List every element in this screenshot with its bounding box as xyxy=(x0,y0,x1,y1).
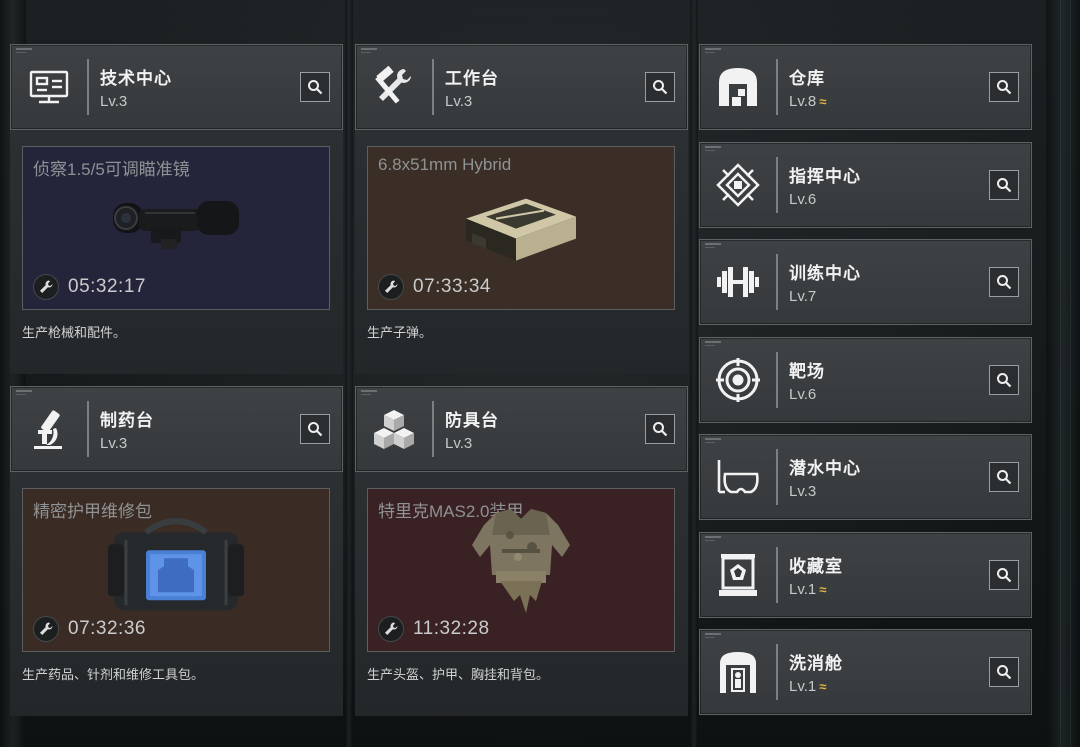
search-icon xyxy=(653,80,668,95)
production-item-slot[interactable]: 特里克MAS2.0装甲 11:32:28 xyxy=(367,488,675,652)
facility-card-collection-room[interactable]: 收藏室 Lv.1 ≈ xyxy=(699,532,1032,618)
facility-level: Lv.3 xyxy=(100,93,128,110)
facility-card-command-center[interactable]: 指挥中心 Lv.6 xyxy=(699,142,1032,228)
search-icon xyxy=(997,373,1012,388)
facility-name: 靶场 xyxy=(789,362,825,381)
production-panel-tech-center: 侦察1.5/5可调瞄准镜 05:32:17 生产枪械和配件。 xyxy=(10,130,343,374)
facility-name: 指挥中心 xyxy=(789,167,861,186)
production-description: 生产枪械和配件。 xyxy=(22,325,127,340)
search-button[interactable] xyxy=(645,414,675,444)
production-timer: 07:32:36 xyxy=(68,618,146,639)
facility-level: Lv.3 xyxy=(445,435,473,452)
production-panel-workbench: 6.8x51mm Hybrid 07:33:34 生产子弹。 xyxy=(355,130,688,374)
production-description: 生产药品、针剂和维修工具包。 xyxy=(22,667,205,682)
facility-name: 洗消舱 xyxy=(789,654,843,673)
facility-level-row: Lv.1 ≈ xyxy=(789,678,826,695)
facility-card-decon-chamber[interactable]: 洗消舱 Lv.1 ≈ xyxy=(699,629,1032,715)
production-panel-pharmacy: 精密护甲维修包 07:32:36 生产药品、针剂和维修工具包。 xyxy=(10,472,343,716)
facility-level: Lv.1 xyxy=(789,581,817,598)
search-icon xyxy=(997,275,1012,290)
target-icon xyxy=(714,356,762,404)
production-timer: 07:33:34 xyxy=(413,276,491,297)
search-icon xyxy=(308,80,323,95)
facility-name: 技术中心 xyxy=(100,69,172,88)
ammo-box-image xyxy=(456,179,586,274)
facility-level-row: Lv.1 ≈ xyxy=(789,581,826,598)
dive-mask-icon xyxy=(714,453,762,501)
search-button[interactable] xyxy=(989,657,1019,687)
search-button[interactable] xyxy=(989,560,1019,590)
search-icon xyxy=(997,665,1012,680)
production-item-name: 6.8x51mm Hybrid xyxy=(378,155,512,174)
search-button[interactable] xyxy=(989,72,1019,102)
production-description: 生产头盔、护甲、胸挂和背包。 xyxy=(367,667,550,682)
cubes-icon xyxy=(370,405,418,453)
facility-card-pharmacy[interactable]: 制药台 Lv.3 xyxy=(10,386,343,472)
search-button[interactable] xyxy=(989,170,1019,200)
production-item-slot[interactable]: 侦察1.5/5可调瞄准镜 05:32:17 xyxy=(22,146,330,310)
facility-name: 制药台 xyxy=(100,411,154,430)
warehouse-icon xyxy=(714,63,762,111)
production-item-slot[interactable]: 精密护甲维修包 07:32:36 xyxy=(22,488,330,652)
upgrade-available-icon: ≈ xyxy=(819,94,827,109)
search-button[interactable] xyxy=(989,462,1019,492)
search-icon xyxy=(308,422,323,437)
facility-card-warehouse[interactable]: 仓库 Lv.8 ≈ xyxy=(699,44,1032,130)
tech-monitor-icon xyxy=(25,63,73,111)
facility-name: 仓库 xyxy=(789,69,825,88)
facility-card-workbench[interactable]: 工作台 Lv.3 xyxy=(355,44,688,130)
search-button[interactable] xyxy=(989,267,1019,297)
search-icon xyxy=(997,568,1012,583)
production-timer: 05:32:17 xyxy=(68,276,146,297)
facility-card-training-center[interactable]: 训练中心 Lv.7 xyxy=(699,239,1032,325)
command-pattern-icon xyxy=(714,161,762,209)
facility-name: 工作台 xyxy=(445,69,499,88)
repair-bag-image xyxy=(106,510,246,625)
hammer-wrench-icon xyxy=(370,63,418,111)
armor-vest-image xyxy=(466,505,576,630)
search-button[interactable] xyxy=(300,72,330,102)
facility-level: Lv.1 xyxy=(789,678,817,695)
search-button[interactable] xyxy=(300,414,330,444)
search-icon xyxy=(997,178,1012,193)
wrench-icon xyxy=(33,274,59,300)
decon-chamber-icon xyxy=(714,648,762,696)
facility-level: Lv.8 xyxy=(789,93,817,110)
facility-level: Lv.6 xyxy=(789,386,817,403)
facility-card-dive-center[interactable]: 潜水中心 Lv.3 xyxy=(699,434,1032,520)
search-icon xyxy=(997,80,1012,95)
production-item-name: 侦察1.5/5可调瞄准镜 xyxy=(33,160,190,179)
facility-card-tech-center[interactable]: 技术中心 Lv.3 xyxy=(10,44,343,130)
facility-card-armor-bench[interactable]: 防具台 Lv.3 xyxy=(355,386,688,472)
facility-level: Lv.3 xyxy=(789,483,817,500)
production-description: 生产子弹。 xyxy=(367,325,433,340)
microscope-icon xyxy=(25,405,73,453)
scope-image xyxy=(101,189,251,264)
facility-level: Lv.3 xyxy=(100,435,128,452)
wrench-icon xyxy=(378,616,404,642)
production-item-slot[interactable]: 6.8x51mm Hybrid 07:33:34 xyxy=(367,146,675,310)
production-timer: 11:32:28 xyxy=(413,618,490,639)
upgrade-available-icon: ≈ xyxy=(819,582,827,597)
search-button[interactable] xyxy=(989,365,1019,395)
facility-card-shooting-range[interactable]: 靶场 Lv.6 xyxy=(699,337,1032,423)
upgrade-available-icon: ≈ xyxy=(819,679,827,694)
production-panel-armor-bench: 特里克MAS2.0装甲 11:32:28 生产头盔、护甲、胸挂和背包。 xyxy=(355,472,688,716)
search-icon xyxy=(997,470,1012,485)
facility-name: 潜水中心 xyxy=(789,459,861,478)
facility-name: 防具台 xyxy=(445,411,499,430)
facility-name: 训练中心 xyxy=(789,264,861,283)
display-case-icon xyxy=(714,551,762,599)
search-button[interactable] xyxy=(645,72,675,102)
facility-level: Lv.3 xyxy=(445,93,473,110)
facility-level-row: Lv.8 ≈ xyxy=(789,93,826,110)
wrench-icon xyxy=(33,616,59,642)
facility-level: Lv.6 xyxy=(789,191,817,208)
search-icon xyxy=(653,422,668,437)
facility-name: 收藏室 xyxy=(789,557,843,576)
dumbbell-icon xyxy=(714,258,762,306)
facility-level: Lv.7 xyxy=(789,288,817,305)
wrench-icon xyxy=(378,274,404,300)
